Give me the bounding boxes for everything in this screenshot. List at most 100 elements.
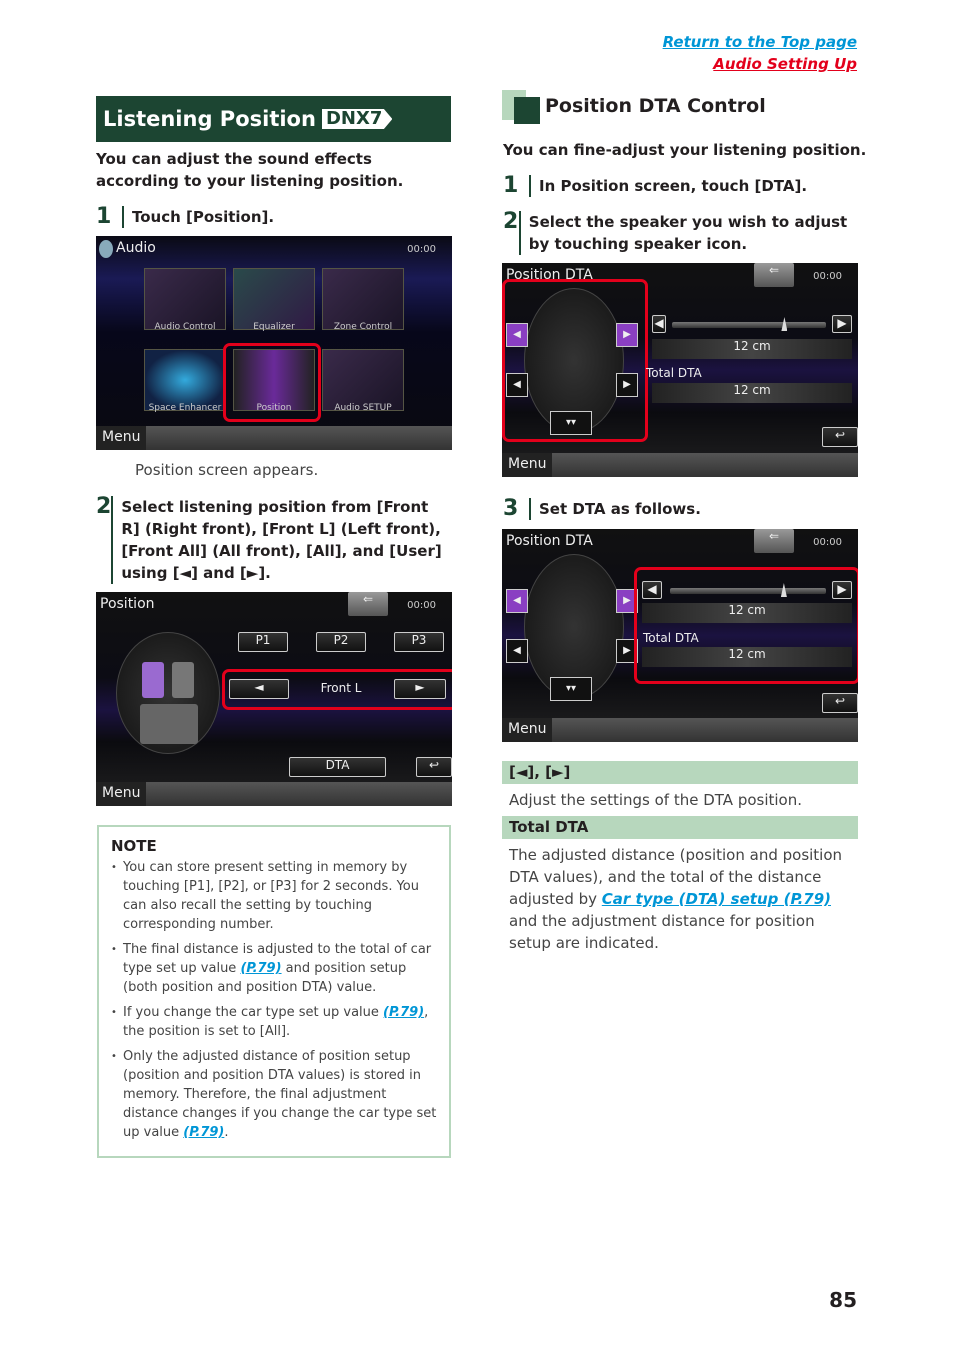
header-links: Return to the Top page Audio Setting Up xyxy=(663,31,857,75)
item-header: [◄], [►] xyxy=(502,761,858,784)
step-2: 2 Select listening position from [Front … xyxy=(96,496,451,584)
car-type-setup-link[interactable]: Car type (DTA) setup (P.79) xyxy=(602,890,831,908)
audio-setting-up-link[interactable]: Audio Setting Up xyxy=(663,53,857,75)
menu-button[interactable]: Menu xyxy=(96,426,147,450)
speaker-front-left-button[interactable]: ◀ xyxy=(506,589,528,613)
step-number: 1 xyxy=(96,204,112,229)
clock: 00:00 xyxy=(407,244,436,255)
menu-button[interactable]: Menu xyxy=(96,782,147,806)
item-body: The adjusted distance (position and posi… xyxy=(502,839,858,954)
page-ref-link[interactable]: (P.79) xyxy=(183,1125,224,1140)
step-text: Touch [Position]. xyxy=(122,206,274,228)
menu-bar xyxy=(96,426,452,450)
highlight-box xyxy=(502,279,648,442)
model-badge: DNX7 xyxy=(321,109,393,129)
step-text: Select listening position from [Front R]… xyxy=(111,496,451,584)
step-1-result: Position screen appears. xyxy=(135,461,319,479)
subwoofer-button[interactable]: ▾▾ xyxy=(550,677,592,701)
tile-space-enhancer[interactable] xyxy=(144,349,226,411)
tile-label: Audio SETUP xyxy=(334,403,392,413)
note-text: You can store present setting in memory … xyxy=(123,860,419,932)
clock: 00:00 xyxy=(407,600,436,611)
step-number: 2 xyxy=(96,494,112,519)
preset-p3-button[interactable]: P3 xyxy=(394,632,444,652)
section-title-listening-position: Listening Position DNX7 xyxy=(96,96,451,142)
section-title-text: Listening Position xyxy=(103,107,316,131)
intro-text: You can fine-adjust your listening posit… xyxy=(503,141,867,159)
dta-slider[interactable] xyxy=(672,322,826,328)
back-arrow-button[interactable]: ⇐ xyxy=(754,263,794,287)
tile-label: Equalizer xyxy=(253,322,295,332)
page-ref-link[interactable]: (P.79) xyxy=(383,1005,424,1020)
tile-label: Space Enhancer xyxy=(148,403,222,413)
total-dta-value: 12 cm xyxy=(652,383,852,403)
back-arrow-button[interactable]: ⇐ xyxy=(754,529,794,553)
step-text: Set DTA as follows. xyxy=(529,498,701,520)
tile-audio-setup[interactable] xyxy=(322,349,404,411)
step-number: 2 xyxy=(503,209,519,234)
back-arrow-button[interactable]: ⇐ xyxy=(348,592,388,616)
position-dta-screen-speakers: Position DTA ⇐ 00:00 ◀ ▶ ◀ ▶ ▾▾ ◀ ▶ 12 c… xyxy=(502,263,858,477)
step-number: 3 xyxy=(503,496,519,521)
page-number: 85 xyxy=(829,1288,857,1312)
position-dta-screen-values: Position DTA ⇐ 00:00 ◀ ▶ ◀ ▶ ▾▾ ◀ ▶ 12 c… xyxy=(502,529,858,742)
audio-app-icon xyxy=(99,240,113,258)
speaker-rear-left-button[interactable]: ◀ xyxy=(506,639,528,663)
highlight-box xyxy=(222,669,452,710)
step-3: 3 Set DTA as follows. xyxy=(503,498,701,520)
note-text: Only the adjusted distance of position s… xyxy=(123,1049,437,1140)
audio-screen: Audio 00:00 Audio Control Equalizer Zone… xyxy=(96,236,452,450)
step-text: In Position screen, touch [DTA]. xyxy=(529,175,807,197)
menu-bar xyxy=(96,782,452,806)
note-item: If you change the car type set up value … xyxy=(111,1003,437,1041)
highlight-box xyxy=(223,343,321,422)
clock: 00:00 xyxy=(813,537,842,548)
clock: 00:00 xyxy=(813,271,842,282)
dta-value: 12 cm xyxy=(652,339,852,359)
intro-text: You can adjust the sound effects accordi… xyxy=(96,150,404,190)
dta-item-list: [◄], [►] Adjust the settings of the DTA … xyxy=(502,761,858,954)
preset-p2-button[interactable]: P2 xyxy=(316,632,366,652)
total-dta-label: Total DTA xyxy=(646,366,702,380)
section-title-position-dta: Position DTA Control xyxy=(545,95,766,117)
preset-p1-button[interactable]: P1 xyxy=(238,632,288,652)
page-ref-link[interactable]: (P.79) xyxy=(240,961,281,976)
menu-button[interactable]: Menu xyxy=(502,718,553,742)
position-screen: Position ⇐ 00:00 P1 P2 P3 ◄ Front L ► DT… xyxy=(96,592,452,806)
screen-title: Position DTA xyxy=(506,533,593,549)
note-item: You can store present setting in memory … xyxy=(111,858,437,934)
tile-label: Zone Control xyxy=(333,322,393,332)
tile-audio-control[interactable] xyxy=(144,268,226,330)
step-1: 1 Touch [Position]. xyxy=(96,206,274,228)
note-box: NOTE You can store present setting in me… xyxy=(97,825,451,1158)
dta-increase-button[interactable]: ▶ xyxy=(832,315,852,333)
item-body: Adjust the settings of the DTA position. xyxy=(509,791,802,809)
screen-title: Position xyxy=(100,596,155,612)
tile-equalizer[interactable] xyxy=(233,268,315,330)
menu-bar xyxy=(502,718,858,742)
step-number: 1 xyxy=(503,173,519,198)
note-item: Only the adjusted distance of position s… xyxy=(111,1047,437,1142)
screen-title: Audio xyxy=(116,240,156,256)
step-1: 1 In Position screen, touch [DTA]. xyxy=(503,175,807,197)
item-body-text: and the adjustment distance for position… xyxy=(509,912,815,952)
dta-button[interactable]: DTA xyxy=(289,757,386,777)
step-2: 2 Select the speaker you wish to adjust … xyxy=(503,211,858,255)
seat-rear xyxy=(140,704,198,744)
tile-label: Audio Control xyxy=(154,322,216,332)
note-title: NOTE xyxy=(111,837,157,855)
return-top-link[interactable]: Return to the Top page xyxy=(663,31,857,53)
menu-button[interactable]: Menu xyxy=(502,453,553,477)
tile-zone-control[interactable] xyxy=(322,268,404,330)
step-text: Select the speaker you wish to adjust by… xyxy=(518,211,858,255)
seat-front-left xyxy=(142,662,164,698)
return-icon[interactable]: ↩ xyxy=(822,427,858,447)
return-icon[interactable]: ↩ xyxy=(416,757,452,777)
seat-front-right xyxy=(172,662,194,698)
dta-decrease-button[interactable]: ◀ xyxy=(652,315,666,333)
return-icon[interactable]: ↩ xyxy=(822,693,858,713)
heading-marker-dark xyxy=(514,97,540,124)
note-item: The final distance is adjusted to the to… xyxy=(111,940,437,997)
item-header: Total DTA xyxy=(502,816,858,839)
highlight-box xyxy=(634,567,858,684)
